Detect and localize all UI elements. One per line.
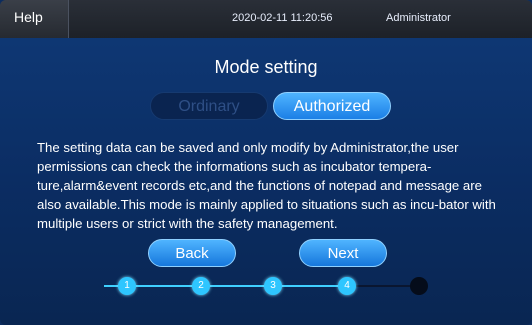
step-3-indicator: 3 (264, 277, 282, 295)
datetime-display: 2020-02-11 11:20:56 (232, 12, 333, 24)
help-label: Help (14, 9, 43, 25)
top-bar: Help 2020-02-11 11:20:56 Administrator (0, 0, 532, 38)
step-1-indicator: 1 (118, 277, 136, 295)
current-user: Administrator (386, 12, 451, 24)
step-progress-line (104, 285, 348, 287)
mode-ordinary-button[interactable]: Ordinary (150, 92, 268, 120)
screen: Help 2020-02-11 11:20:56 Administrator M… (0, 0, 532, 325)
help-button[interactable]: Help (0, 0, 69, 38)
page-title: Mode setting (214, 57, 318, 77)
step-2-indicator: 2 (192, 277, 210, 295)
next-button[interactable]: Next (299, 239, 387, 267)
mode-description: The setting data can be saved and only m… (37, 140, 496, 231)
step-4-indicator: 4 (338, 277, 356, 295)
back-button[interactable]: Back (148, 239, 236, 267)
step-5-indicator (410, 277, 428, 295)
mode-authorized-button[interactable]: Authorized (273, 92, 391, 120)
